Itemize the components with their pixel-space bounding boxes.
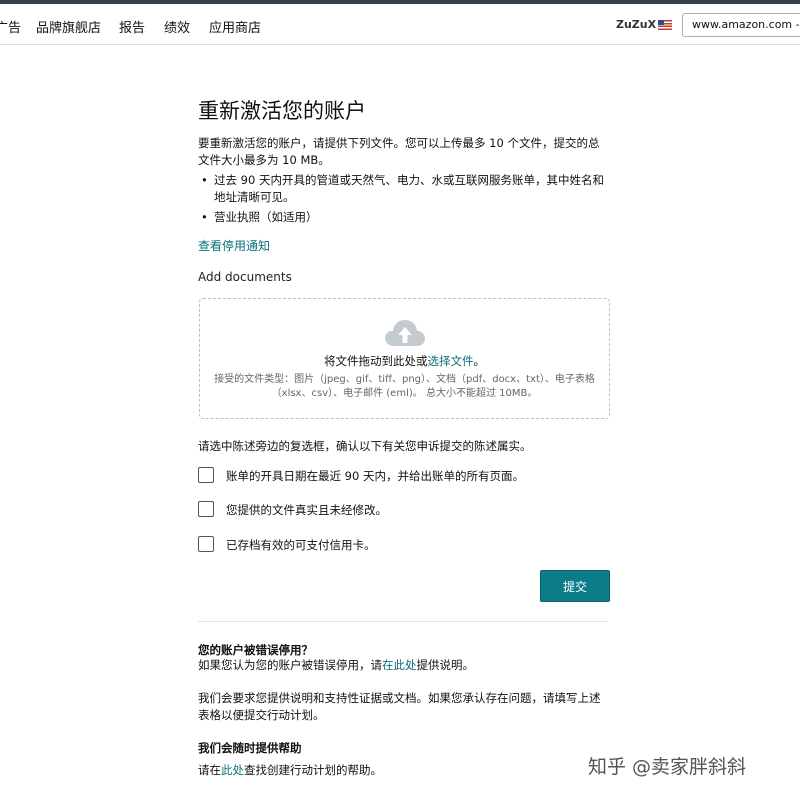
- intro-text: 要重新激活您的账户，请提供下列文件。您可以上传最多 10 个文件，提交的总文件大…: [198, 136, 600, 167]
- statement-label: 账单的开具日期在最近 90 天内，并给出账单的所有页面。: [226, 469, 524, 483]
- file-dropzone[interactable]: 将文件拖动到此处或选择文件。 接受的文件类型：图片（jpeg、gif、tiff、…: [199, 298, 610, 419]
- marketplace-selector[interactable]: www.amazon.com - ZuZuX: [682, 13, 800, 37]
- cloud-upload-icon: [385, 320, 425, 346]
- wrongly-deactivated-heading: 您的账户被错误停用？: [198, 643, 313, 657]
- us-flag-icon: [658, 20, 672, 30]
- help-heading: 我们会随时提供帮助: [198, 741, 302, 755]
- nav-item-app-store[interactable]: 应用商店: [209, 17, 261, 36]
- accepted-file-types: 接受的文件类型：图片（jpeg、gif、tiff、png）、文档（pdf、doc…: [214, 374, 595, 399]
- statement-checkbox[interactable]: [198, 536, 214, 552]
- help-line: 请在此处查找创建行动计划的帮助。: [198, 763, 382, 777]
- top-nav: 广告 品牌旗舰店 报告 绩效 应用商店 ZuZuX www.amazon.com…: [0, 4, 800, 45]
- statement-label: 您提供的文件真实且未经修改。: [226, 503, 387, 517]
- confirm-instructions: 请选中陈述旁边的复选框，确认以下有关您申诉提交的陈述属实。: [198, 439, 532, 453]
- view-deactivation-notice-link[interactable]: 查看停用通知: [198, 237, 270, 254]
- explanation-line: 如果您认为您的账户被错误停用，请在此处提供说明。: [198, 658, 474, 672]
- action-plan-paragraph: 我们会要求您提供说明和支持性证据或文档。如果您承认存在问题，请填写上述表格以便提…: [198, 691, 601, 722]
- nav-item-brand-store[interactable]: 品牌旗舰店: [36, 17, 101, 36]
- statement-checkbox[interactable]: [198, 501, 214, 517]
- statement-checkbox[interactable]: [198, 467, 214, 483]
- list-item: 过去 90 天内开具的管道或天然气、电力、水或互联网服务账单，其中姓名和地址清晰…: [198, 172, 608, 206]
- watermark: 知乎 @卖家胖斜斜: [588, 756, 747, 778]
- divider: [198, 621, 608, 622]
- required-documents-list: 过去 90 天内开具的管道或天然气、电力、水或互联网服务账单，其中姓名和地址清晰…: [198, 172, 608, 229]
- list-item: 营业执照（如适用）: [198, 209, 608, 226]
- statement-label: 已存档有效的可支付信用卡。: [226, 538, 376, 552]
- store-name[interactable]: ZuZuX: [616, 18, 656, 31]
- nav-item-ads[interactable]: 广告: [0, 17, 21, 36]
- add-documents-label: Add documents: [198, 270, 292, 284]
- drop-instructions: 将文件拖动到此处或选择文件。: [324, 354, 485, 368]
- choose-file-link[interactable]: 选择文件: [428, 354, 474, 368]
- submit-button[interactable]: 提交: [540, 570, 610, 602]
- nav-item-reports[interactable]: 报告: [119, 17, 145, 36]
- nav-item-performance[interactable]: 绩效: [164, 17, 190, 36]
- page-title: 重新激活您的账户: [198, 99, 366, 123]
- explain-here-link[interactable]: 在此处: [382, 658, 417, 672]
- help-here-link[interactable]: 此处: [221, 763, 244, 777]
